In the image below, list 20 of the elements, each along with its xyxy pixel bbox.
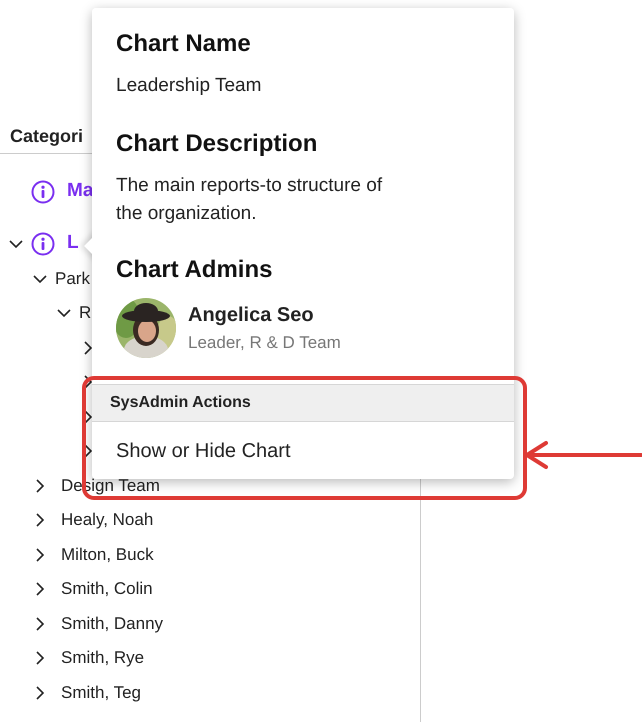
admin-role: Leader, R & D Team xyxy=(188,332,341,352)
section-heading: Chart Name xyxy=(116,30,252,58)
menu-item[interactable]: Show or Hide Chart xyxy=(92,422,514,479)
tree-item-label[interactable]: R xyxy=(79,303,92,324)
actions-header: SysAdmin Actions xyxy=(92,384,514,422)
tree-item-label[interactable]: Smith, Rye xyxy=(61,648,144,668)
tree-item-label[interactable]: Healy, Noah xyxy=(61,510,154,530)
tree-item-label[interactable]: Smith, Danny xyxy=(61,614,164,634)
tree-item-label[interactable]: Park xyxy=(55,268,90,289)
tree-item-label[interactable]: Smith, Colin xyxy=(61,579,153,600)
tree-item-label[interactable]: Milton, Buck xyxy=(61,544,154,565)
info-icon[interactable] xyxy=(31,180,55,204)
chart-description: The main reports-to structure of the organization. xyxy=(116,174,384,226)
chart-name: Leadership Team xyxy=(116,74,262,98)
tree-item-label[interactable]: L xyxy=(67,232,91,256)
tree-item-label[interactable]: Smith, Teg xyxy=(61,682,142,703)
tree-item-label[interactable]: Ma xyxy=(67,180,91,204)
section-heading: Chart Admins xyxy=(116,256,274,284)
admin-name: Angelica Seo xyxy=(188,304,315,326)
info-icon[interactable] xyxy=(31,232,55,256)
